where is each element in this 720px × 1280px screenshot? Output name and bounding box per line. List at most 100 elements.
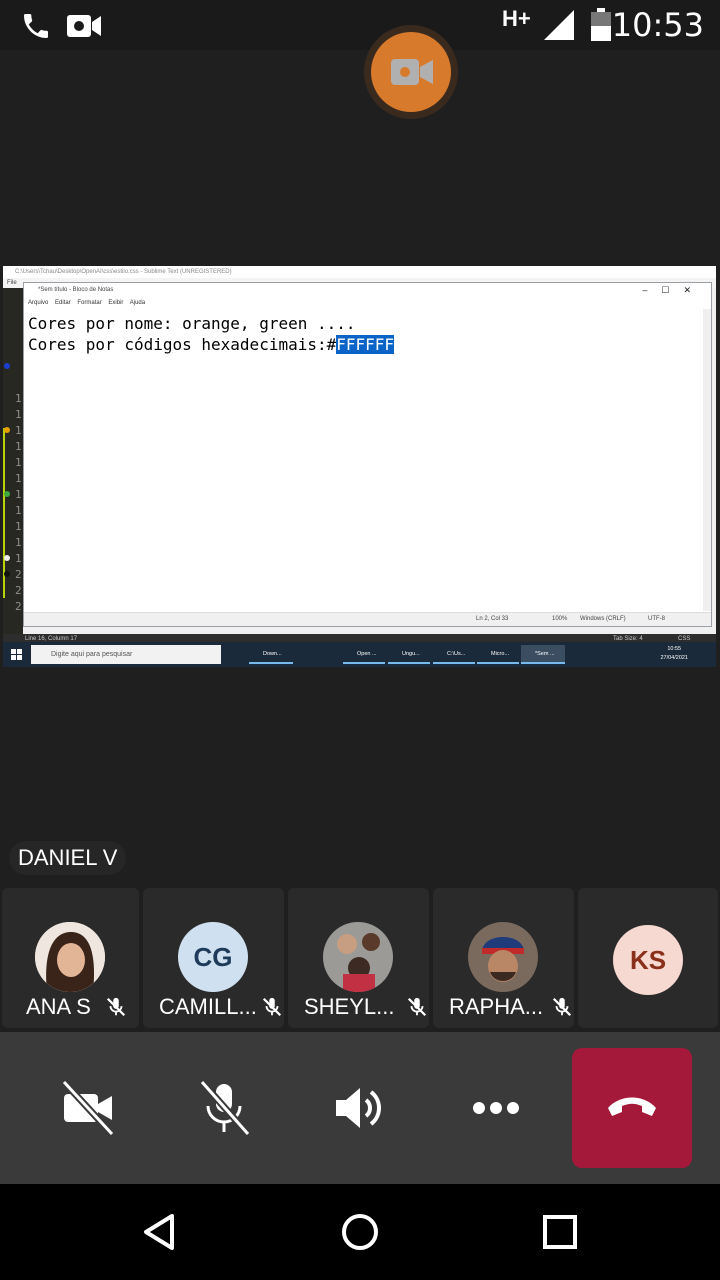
gutter-marker — [4, 555, 10, 561]
avatar-photo — [35, 922, 105, 992]
line-number: 1 — [15, 440, 22, 453]
avatar: KS — [613, 925, 683, 995]
windows-start-icon — [11, 649, 22, 660]
gutter-marker — [4, 427, 10, 433]
end-call-button[interactable] — [572, 1048, 692, 1168]
participant-tile[interactable]: SHEYL... — [288, 888, 429, 1028]
line-number: 1 — [15, 504, 22, 517]
line-number: 1 — [15, 392, 22, 405]
windows-taskbar: Digite aqui para pesquisar Down... Open … — [3, 642, 716, 667]
more-icon — [473, 1102, 519, 1114]
network-type: H+ — [502, 6, 531, 31]
line-number: 1 — [15, 424, 22, 437]
taskbar-app: Micro... — [477, 645, 519, 664]
avatar — [468, 922, 538, 992]
line-number: 1 — [15, 472, 22, 485]
back-icon[interactable] — [140, 1212, 180, 1252]
phone-icon — [24, 14, 48, 38]
menu-formatar: Formatar — [77, 300, 102, 306]
taskbar-date: 27/04/2021 — [660, 655, 688, 661]
sublime-titlebar: C:\Users\Tchau\Desktop\OpenAI\css\estilo… — [3, 266, 716, 278]
notepad-scrollbar — [703, 309, 711, 611]
notepad-statusbar: Ln 2, Col 33 100% Windows (CRLF) UTF-8 — [24, 612, 711, 626]
notepad-titlebar: *Sem título - Bloco de Notas –☐✕ — [24, 283, 711, 297]
line-number: 2 — [15, 568, 22, 581]
notepad-menubar: Arquivo Editar Formatar Exibir Ajuda — [24, 297, 711, 309]
menu-editar: Editar — [55, 300, 71, 306]
mic-off-icon — [407, 997, 427, 1017]
avatar-initials: CG — [193, 942, 233, 972]
window-controls: –☐✕ — [642, 285, 705, 295]
mic-toggle-button[interactable] — [192, 1076, 256, 1140]
participant-name: CAMILL... — [159, 994, 257, 1019]
sublime-gutter: 1 1 1 1 1 1 1 1 1 1 1 2 2 2 — [3, 288, 23, 634]
line-number: 2 — [15, 584, 22, 597]
participant-tile[interactable]: RAPHA... — [433, 888, 574, 1028]
notepad-title: *Sem título - Bloco de Notas — [38, 287, 114, 293]
status-position: Ln 2, Col 33 — [476, 616, 509, 622]
line-number: 1 — [15, 408, 22, 421]
avatar-photo — [468, 922, 538, 992]
camera-toggle-button[interactable] — [56, 1076, 120, 1140]
menu-ajuda: Ajuda — [129, 300, 146, 306]
gutter-marker — [4, 491, 10, 497]
recents-icon[interactable] — [540, 1212, 580, 1252]
taskbar-time: 10:55 — [667, 646, 682, 652]
mic-off-icon — [199, 1079, 251, 1137]
status-eol: Windows (CRLF) — [580, 616, 626, 622]
line-number: 2 — [15, 600, 22, 613]
taskbar-clock: 10:55 27/04/2021 — [660, 645, 688, 663]
avatar-photo — [323, 922, 393, 992]
video-camera-icon — [391, 59, 433, 85]
camera-off-icon — [61, 1079, 115, 1137]
taskbar-search: Digite aqui para pesquisar — [31, 645, 221, 664]
text-line-2: Cores por códigos hexadecimais:#FFFFFF — [28, 334, 395, 355]
presenter-indicator[interactable] — [364, 25, 458, 119]
end-call-icon — [608, 1097, 656, 1116]
avatar: CG — [178, 922, 248, 992]
battery-icon — [591, 8, 611, 41]
notepad-text: Cores por nome: orange, green .... Cores … — [28, 313, 395, 355]
taskbar-app: Down... — [249, 645, 293, 664]
line-number: 1 — [15, 456, 22, 469]
home-icon[interactable] — [340, 1212, 380, 1252]
active-speaker-name: DANIEL V — [9, 841, 127, 875]
speaker-icon — [336, 1088, 381, 1128]
taskbar-app: *Sem ... — [521, 645, 565, 664]
status-bar: H+ 10:53 — [0, 0, 720, 50]
text-line-1: Cores por nome: orange, green .... — [28, 314, 356, 333]
avatar — [35, 922, 105, 992]
participant-name: RAPHA... — [449, 994, 544, 1019]
more-options-button[interactable] — [464, 1076, 528, 1140]
speaker-button[interactable] — [328, 1076, 392, 1140]
android-nav-bar — [0, 1184, 720, 1280]
gutter-marker — [4, 571, 10, 577]
shared-screen: C:\Users\Tchau\Desktop\OpenAI\css\estilo… — [3, 266, 716, 667]
taskbar-app: Open ... — [343, 645, 385, 664]
participant-tile[interactable]: ANA S — [2, 888, 139, 1028]
participant-name: ANA S — [26, 994, 91, 1019]
avatar — [323, 922, 393, 992]
presenter-circle — [371, 32, 451, 112]
menu-exibir: Exibir — [108, 300, 124, 306]
notepad-window: *Sem título - Bloco de Notas –☐✕ Arquivo… — [23, 282, 712, 627]
line-number: 1 — [15, 488, 22, 501]
line-number: 1 — [15, 520, 22, 533]
mic-off-icon — [552, 997, 572, 1017]
text-selection: FFFFFF — [336, 335, 395, 354]
participant-name: SHEYL... — [304, 994, 395, 1019]
avatar-initials: KS — [629, 945, 667, 975]
line-number: 1 — [15, 536, 22, 549]
text-line-2-prefix: Cores por códigos hexadecimais:# — [28, 335, 337, 354]
signal-icon — [544, 10, 574, 40]
participant-tile[interactable]: KS — [578, 888, 718, 1028]
status-zoom: 100% — [552, 616, 568, 622]
taskbar-app: Ungu... — [388, 645, 430, 664]
mic-off-icon — [106, 997, 126, 1017]
taskbar-app: C:\Us... — [433, 645, 475, 664]
gutter-marker — [4, 363, 10, 369]
participant-tile[interactable]: CG CAMILL... — [143, 888, 284, 1028]
video-camera-icon — [67, 15, 101, 37]
status-time: 10:53 — [611, 6, 704, 44]
status-encoding: UTF-8 — [648, 616, 665, 622]
